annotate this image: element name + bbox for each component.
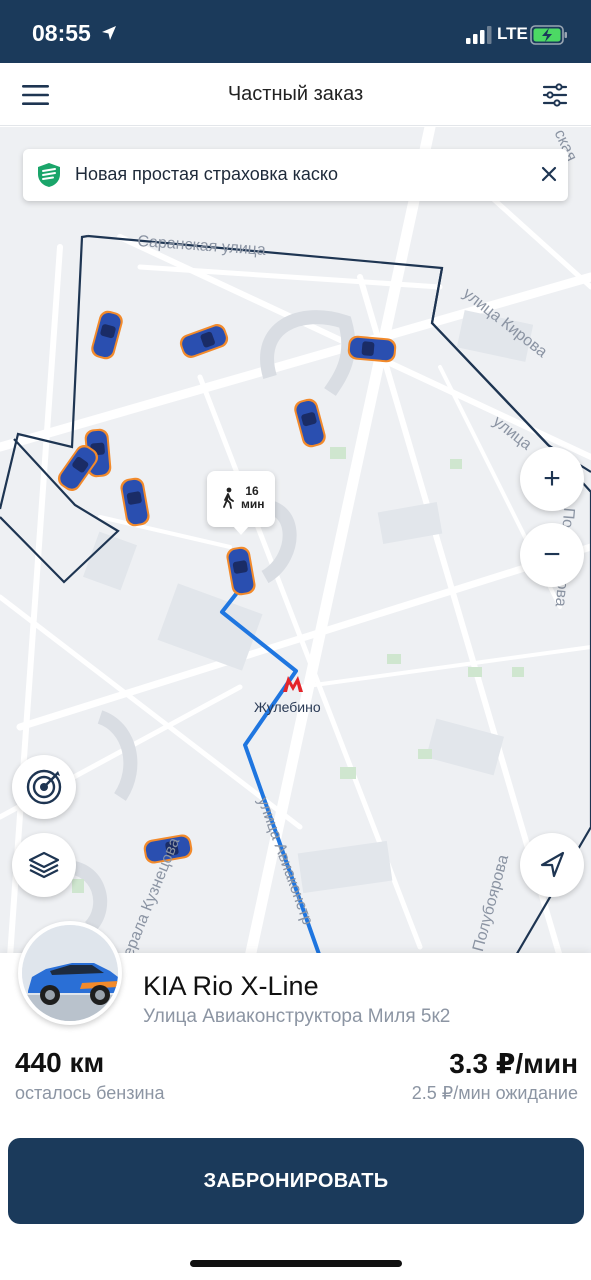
radar-icon bbox=[26, 769, 62, 805]
book-button[interactable]: ЗАБРОНИРОВАТЬ bbox=[8, 1138, 584, 1224]
home-indicator bbox=[190, 1260, 402, 1267]
minus-icon: − bbox=[543, 538, 561, 571]
car-address: Улица Авиаконструктора Миля 5к2 bbox=[143, 1006, 451, 1027]
metro-icon bbox=[283, 676, 303, 692]
zoom-in-button[interactable]: + bbox=[520, 447, 584, 511]
promo-text: Новая простая страховка каско bbox=[75, 164, 338, 184]
map-view[interactable]: Саранская улица улица Кирова улица ская … bbox=[0, 127, 591, 957]
map-canvas bbox=[0, 127, 591, 957]
navigation-arrow-icon bbox=[540, 851, 565, 878]
close-icon[interactable] bbox=[539, 164, 559, 184]
fuel-range-value: 440 км bbox=[15, 1047, 105, 1078]
layers-icon bbox=[28, 851, 60, 879]
waiting-price: 2.5 ₽/мин ожидание bbox=[411, 1083, 578, 1103]
metro-station-label: Жулебино bbox=[254, 699, 321, 715]
status-time: 08:55 bbox=[32, 20, 91, 46]
layers-button[interactable] bbox=[12, 833, 76, 897]
battery-charging-icon bbox=[530, 25, 567, 45]
walking-time-bubble: 16 мин bbox=[207, 471, 275, 535]
page-title: Частный заказ bbox=[227, 83, 364, 105]
location-arrow-icon bbox=[102, 26, 116, 40]
status-bar: 08:55 LTE bbox=[0, 0, 591, 63]
signal-icon bbox=[466, 26, 492, 44]
car-info-sheet: KIA Rio X-Line Улица Авиаконструктора Ми… bbox=[0, 921, 591, 1280]
car-model: KIA Rio X-Line bbox=[143, 971, 319, 1001]
fuel-range-label: осталось бензина bbox=[15, 1083, 165, 1103]
top-nav: Частный заказ bbox=[0, 63, 591, 126]
plus-icon: + bbox=[543, 462, 561, 495]
price-per-minute: 3.3 ₽/мин bbox=[449, 1048, 578, 1079]
zoom-out-button[interactable]: − bbox=[520, 523, 584, 587]
walking-time: 16 мин bbox=[241, 484, 265, 511]
car-image bbox=[22, 925, 118, 1021]
car-photo bbox=[18, 921, 122, 1025]
locate-me-button[interactable] bbox=[520, 833, 584, 897]
walking-person-icon bbox=[223, 487, 234, 509]
shield-icon bbox=[38, 163, 60, 187]
car-markers bbox=[57, 310, 397, 864]
radar-button[interactable] bbox=[12, 755, 76, 819]
network-type: LTE bbox=[497, 24, 528, 43]
filter-sliders-icon[interactable] bbox=[542, 82, 568, 108]
insurance-promo-banner[interactable]: Новая простая страховка каско bbox=[23, 149, 568, 201]
